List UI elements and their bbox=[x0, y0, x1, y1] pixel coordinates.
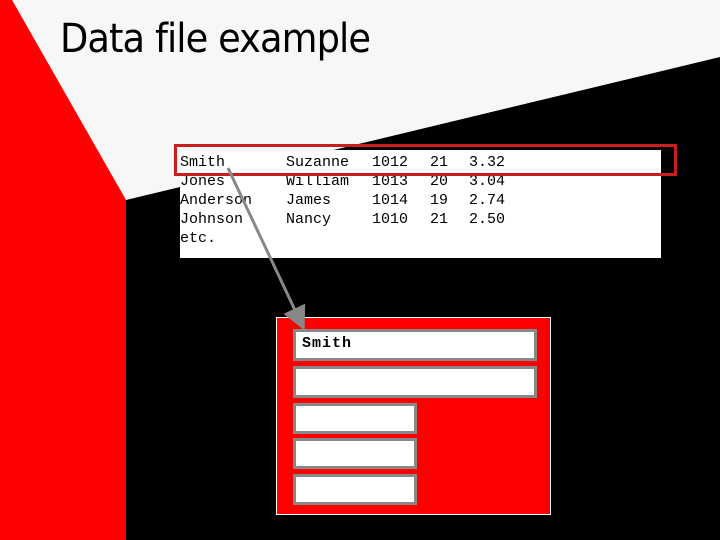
data-file-row: Johnson Nancy 1010 21 2.50 bbox=[180, 210, 529, 229]
data-file-cell bbox=[372, 229, 430, 248]
record-field-0: Smith bbox=[293, 329, 537, 361]
record-field bbox=[293, 438, 417, 469]
record-field bbox=[293, 403, 417, 434]
data-file-cell: 19 bbox=[430, 192, 449, 209]
data-file-row: Anderson James 1014 19 2.74 bbox=[180, 191, 529, 210]
data-file-cell: 2.74 bbox=[469, 192, 506, 209]
data-file-row: etc. bbox=[180, 229, 529, 248]
data-file-cell: 2.50 bbox=[469, 211, 506, 228]
slide-title: Data file example bbox=[60, 16, 371, 62]
data-file-cell: Anderson bbox=[180, 192, 253, 209]
data-file-cell bbox=[469, 229, 529, 248]
data-file-cell: etc. bbox=[180, 230, 217, 247]
red-corner-shape bbox=[0, 0, 126, 540]
data-file-cell: Johnson bbox=[180, 211, 244, 228]
data-file-cell: 1010 bbox=[372, 211, 409, 228]
data-file-cell: James bbox=[286, 192, 332, 209]
data-file-cell: 1014 bbox=[372, 192, 409, 209]
data-file-cell: Nancy bbox=[286, 211, 332, 228]
data-file-cell bbox=[430, 229, 469, 248]
record-field bbox=[293, 474, 417, 505]
data-file-cell: 21 bbox=[430, 211, 449, 228]
data-file-cell bbox=[286, 229, 372, 248]
record-field bbox=[293, 366, 537, 398]
record-structure-panel: Smith bbox=[276, 317, 551, 515]
record-highlight-box bbox=[174, 144, 677, 176]
